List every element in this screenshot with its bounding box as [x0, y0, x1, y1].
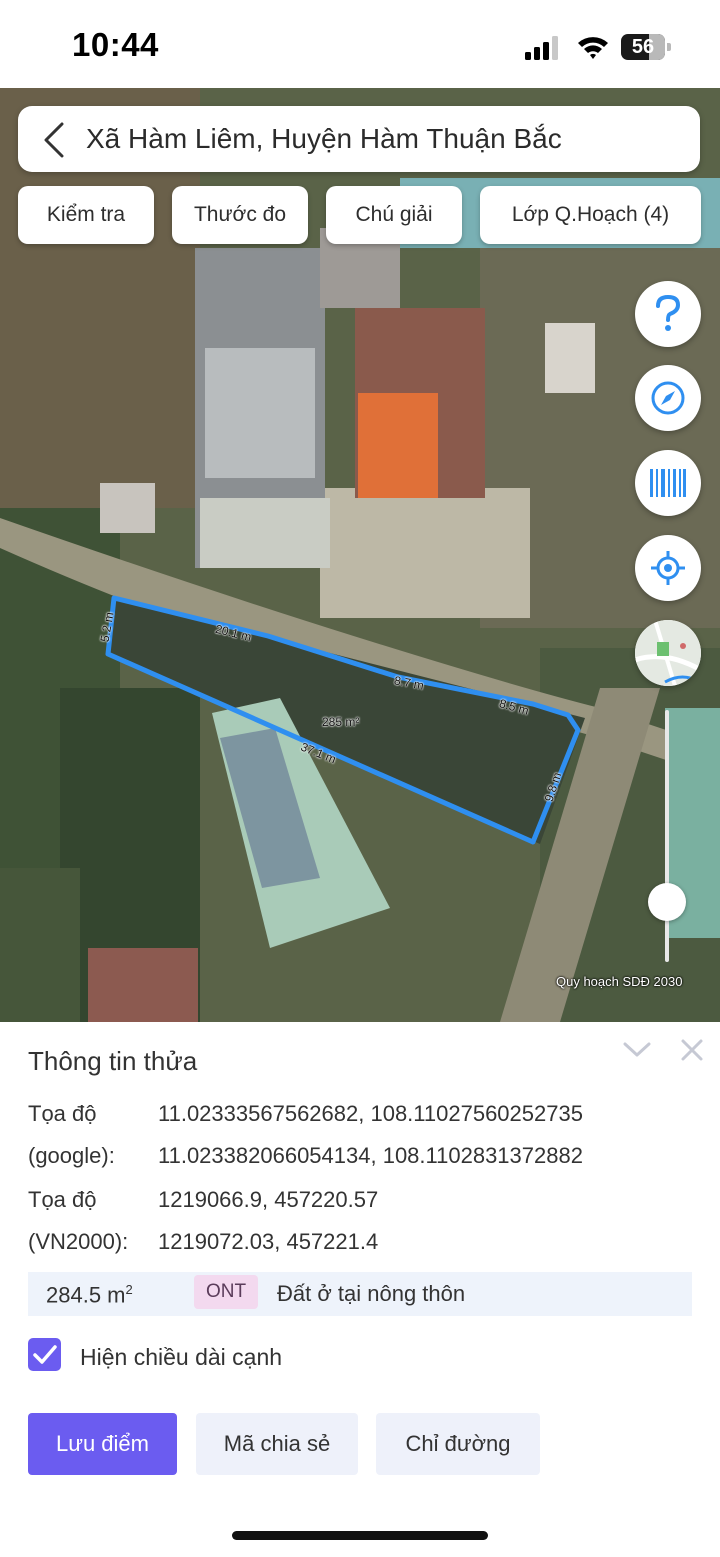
- battery-level: 56: [631, 36, 655, 58]
- status-time: 10:44: [72, 26, 159, 63]
- share-code-button[interactable]: Mã chia sẻ: [196, 1413, 358, 1475]
- locate-button[interactable]: [635, 535, 701, 601]
- home-indicator[interactable]: [232, 1531, 488, 1540]
- show-edge-length-label[interactable]: Hiện chiều dài cạnh: [80, 1344, 282, 1371]
- location-title: Xã Hàm Liêm, Huyện Hàm Thuận Bắc: [86, 123, 562, 154]
- ruler-button[interactable]: Thước đo: [172, 186, 308, 244]
- coord-google-value: 11.02333567562682, 108.11027560252735: [158, 1101, 583, 1126]
- basemap-switch-button[interactable]: [635, 620, 701, 686]
- land-area-row: 284.5 m2 ONT Đất ở tại nông thôn: [28, 1272, 692, 1316]
- coord-google-label: Tọa độ: [28, 1101, 97, 1126]
- locate-icon: [651, 551, 685, 585]
- save-point-button[interactable]: Lưu điểm: [28, 1413, 177, 1475]
- map-view[interactable]: 5.2 m 20.1 m 8.7 m 8.5 m 9.8 m 37.1 m 28…: [0, 88, 720, 1022]
- zoom-slider-track[interactable]: [665, 710, 669, 962]
- coord-vn2000-value: 1219066.9, 457220.57: [158, 1187, 379, 1212]
- land-use-type: Đất ở tại nông thôn: [277, 1281, 466, 1306]
- cellular-signal-icon: [525, 36, 558, 60]
- back-arrow-icon[interactable]: [42, 122, 66, 158]
- coord-google-value: 11.023382066054134, 108.1102831372882: [158, 1143, 583, 1168]
- wifi-icon: [578, 37, 608, 59]
- close-icon[interactable]: [680, 1038, 704, 1062]
- parcel-area-label: 285 m²: [322, 715, 360, 729]
- land-code-badge: ONT: [194, 1275, 258, 1309]
- location-search-bar[interactable]: Xã Hàm Liêm, Huyện Hàm Thuận Bắc: [18, 106, 700, 172]
- help-icon: [656, 295, 681, 331]
- show-edge-length-checkbox[interactable]: [28, 1338, 61, 1371]
- check-button[interactable]: Kiểm tra: [18, 186, 154, 244]
- land-area-value: 284.5 m2: [46, 1282, 133, 1308]
- battery-icon: 56: [621, 34, 671, 60]
- legend-button[interactable]: Chú giải: [326, 186, 462, 244]
- coord-vn2000-label: Tọa độ: [28, 1187, 97, 1212]
- zoom-slider-handle[interactable]: [648, 883, 686, 921]
- compass-button[interactable]: [635, 365, 701, 431]
- directions-button[interactable]: Chỉ đường: [376, 1413, 540, 1475]
- barcode-button[interactable]: [635, 450, 701, 516]
- parcel-info-panel: Thông tin thửa Tọa độ 11.02333567562682,…: [0, 1022, 720, 1557]
- barcode-icon: [650, 469, 686, 497]
- coord-vn2000-label-suffix: (VN2000):: [28, 1229, 129, 1254]
- help-button[interactable]: [635, 281, 701, 347]
- panel-title: Thông tin thửa: [28, 1046, 198, 1076]
- coord-google-label-suffix: (google):: [28, 1143, 115, 1168]
- chevron-down-icon[interactable]: [622, 1040, 652, 1060]
- compass-icon: [651, 381, 685, 415]
- coord-vn2000-value: 1219072.03, 457221.4: [158, 1229, 379, 1254]
- planning-layers-button[interactable]: Lớp Q.Hoạch (4): [480, 186, 701, 244]
- checkmark-icon: [33, 1345, 57, 1364]
- map-layer-caption: Quy hoạch SDĐ 2030: [556, 974, 683, 989]
- status-bar: 10:44 56: [0, 0, 720, 88]
- basemap-thumbnail: [635, 620, 701, 686]
